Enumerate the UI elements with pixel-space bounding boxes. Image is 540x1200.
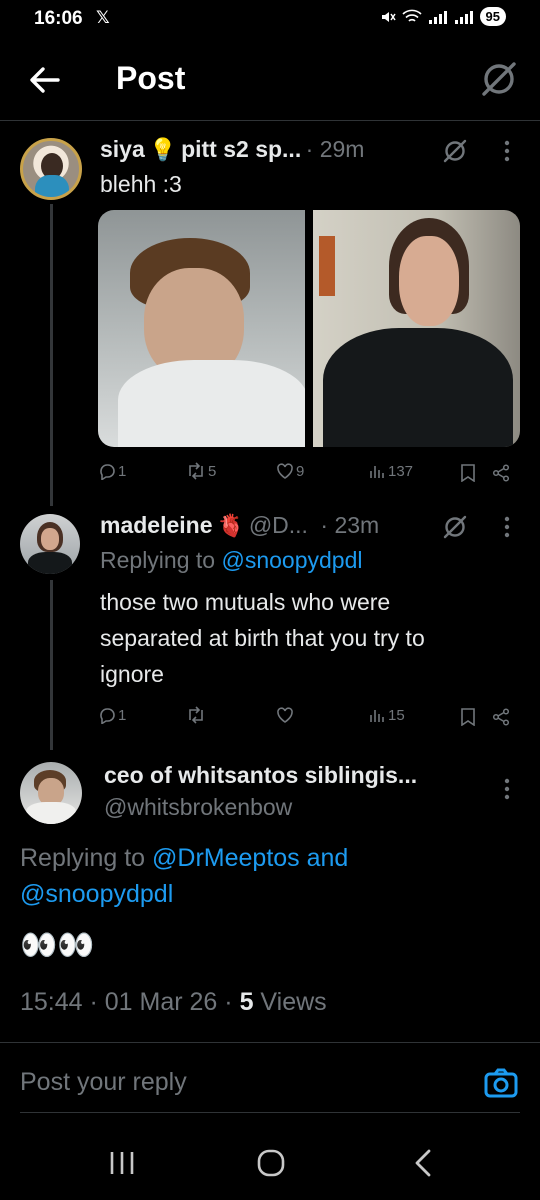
thread-line-1: [50, 204, 53, 506]
heart-icon: [277, 707, 293, 723]
post2-time: · 23m: [320, 512, 380, 538]
post1-image-1[interactable]: [98, 210, 305, 447]
post1-view-count: 137: [388, 462, 414, 480]
post1-actions: 1 5 9 137: [98, 462, 520, 486]
main-replying-prefix: Replying to: [20, 844, 153, 872]
bookmark-icon[interactable]: [460, 464, 476, 482]
post2-replying: Replying to @snoopydpdl: [100, 542, 362, 578]
camera-icon[interactable]: [484, 1066, 518, 1100]
repost-icon: [189, 462, 203, 480]
main-replying: Replying to @DrMeeptos and: [20, 840, 348, 876]
back-nav-icon[interactable]: [412, 1148, 434, 1178]
post1-display-name-rest[interactable]: pitt s2 sp...: [181, 136, 301, 162]
post2-display-name[interactable]: madeleine: [100, 512, 213, 538]
post2-text-line-2: separated at birth that you try to: [100, 625, 425, 651]
page-title: Post: [116, 60, 186, 96]
reply-icon: [100, 464, 115, 480]
post2-views-button[interactable]: 15: [368, 706, 405, 724]
post2-handle[interactable]: @D...: [249, 512, 308, 538]
battery-indicator: 95: [479, 7, 506, 26]
post1-like-button[interactable]: 9: [276, 462, 304, 480]
main-more-icon[interactable]: [502, 778, 512, 800]
signal-icon: [428, 10, 447, 24]
lightbulb-emoji-icon: 💡: [149, 137, 177, 162]
post1-display-name[interactable]: siya: [100, 136, 145, 162]
post1-repost-count: 5: [208, 462, 217, 480]
views-icon: [370, 466, 384, 478]
views-icon: [370, 710, 384, 722]
post2-view-count: 15: [388, 706, 405, 724]
post2-grok-icon[interactable]: [442, 514, 468, 540]
main-views-label: Views: [253, 988, 327, 1016]
x-logo-icon: 𝕏: [96, 8, 110, 27]
wifi-icon: [401, 9, 422, 22]
post2-actions: 1 15: [98, 706, 520, 730]
post1-like-count: 9: [296, 462, 305, 480]
post2-replying-prefix: Replying to: [100, 547, 222, 573]
main-timestamp: 15:44 · 01 Mar 26 ·: [20, 988, 240, 1016]
status-bar: 16:06 𝕏 95: [0, 0, 540, 36]
post2-repost-button[interactable]: [186, 706, 208, 724]
header-divider: [0, 120, 540, 121]
post2-replying-handle[interactable]: @snoopydpdl: [221, 547, 362, 573]
share-icon[interactable]: [492, 464, 510, 482]
back-arrow-icon[interactable]: [28, 64, 62, 96]
post2-text-line-1: those two mutuals who were: [100, 589, 391, 615]
signal-icon-2: [454, 10, 473, 24]
post1-grok-icon[interactable]: [442, 138, 468, 164]
post2-more-icon[interactable]: [502, 516, 512, 538]
post1-views-button[interactable]: 137: [368, 462, 413, 480]
bookmark-icon[interactable]: [460, 708, 476, 726]
top-bar: Post: [0, 50, 540, 110]
post1-reply-button[interactable]: 1: [98, 462, 126, 480]
recent-apps-icon[interactable]: [108, 1150, 136, 1176]
post2-reply-button[interactable]: 1: [98, 706, 126, 724]
grok-icon[interactable]: [480, 60, 518, 98]
post1-media[interactable]: [98, 210, 520, 447]
anatomical-heart-emoji-icon: 🫀: [216, 513, 245, 538]
post2-reply-count: 1: [118, 706, 127, 724]
avatar-madeleine[interactable]: [20, 514, 80, 574]
status-time: 16:06: [34, 8, 83, 29]
main-replying-handle-1[interactable]: @DrMeeptos and: [152, 844, 348, 872]
main-handle[interactable]: @whitsbrokenbow: [104, 794, 292, 821]
main-replying-handle-2[interactable]: @snoopydpdl: [20, 876, 173, 912]
post1-more-icon[interactable]: [502, 140, 512, 162]
repost-icon: [189, 706, 203, 724]
reply-icon: [100, 708, 115, 724]
post1-time: · 29m: [305, 136, 365, 162]
post2-header: madeleine 🫀 @D... · 23m: [100, 512, 379, 539]
avatar-siya[interactable]: [20, 138, 82, 200]
main-timestamp-row: 15:44 · 01 Mar 26 · 5 Views: [20, 988, 327, 1017]
post1-header: siya 💡 pitt s2 sp... · 29m: [100, 136, 364, 163]
post1-repost-button[interactable]: 5: [186, 462, 216, 480]
system-navigation-bar: [0, 1130, 540, 1200]
reply-divider-bottom: [20, 1112, 520, 1113]
share-icon[interactable]: [492, 708, 510, 726]
heart-icon: [277, 463, 293, 479]
post2-text-line-3: ignore: [100, 661, 164, 687]
post2-like-button[interactable]: [276, 706, 296, 724]
mute-icon: [381, 11, 396, 22]
main-text: 👀👀: [20, 929, 95, 962]
status-icons: 95: [380, 7, 506, 26]
thread-line-2: [50, 580, 53, 750]
avatar-ceo[interactable]: [20, 762, 82, 824]
reply-composer[interactable]: Post your reply: [0, 1060, 540, 1116]
post1-text: blehh :3: [100, 171, 182, 197]
reply-input[interactable]: Post your reply: [20, 1068, 187, 1097]
post1-reply-count: 1: [118, 462, 127, 480]
reply-divider-top: [0, 1042, 540, 1043]
home-icon[interactable]: [256, 1148, 286, 1178]
post1-image-2[interactable]: [313, 210, 520, 447]
main-views-count[interactable]: 5: [240, 988, 254, 1016]
main-display-name[interactable]: ceo of whitsantos siblingis...: [104, 762, 417, 789]
